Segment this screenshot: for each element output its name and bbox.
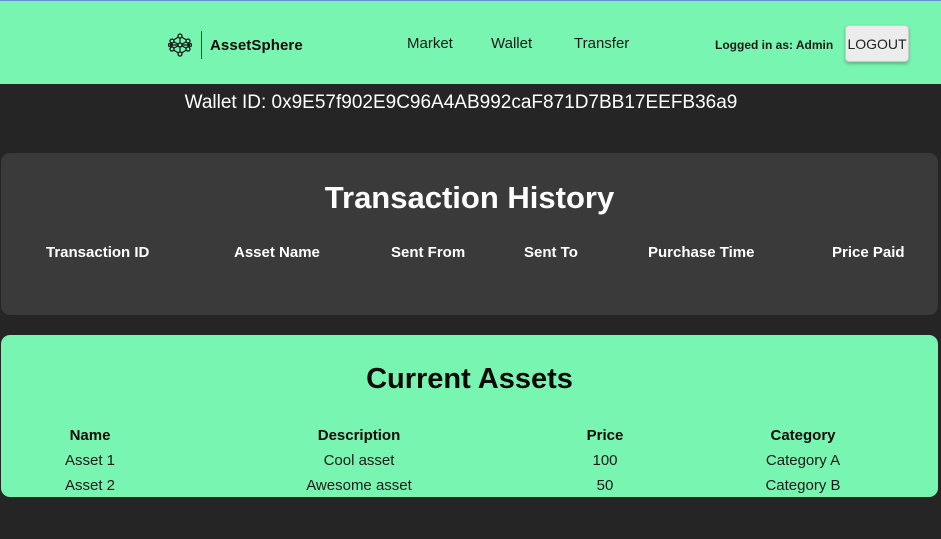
asset-row-1-description: Cool asset xyxy=(323,452,395,469)
column-header-sent-from: Sent From xyxy=(391,244,466,261)
column-header-category: Category xyxy=(770,427,836,444)
asset-row-2-category: Category B xyxy=(765,477,841,494)
column-header-price-paid: Price Paid xyxy=(832,244,905,261)
nav-wallet-link[interactable]: Wallet xyxy=(491,35,532,52)
column-header-price: Price xyxy=(586,427,624,444)
nav-market-link[interactable]: Market xyxy=(407,35,453,52)
logged-in-status: Logged in as: Admin xyxy=(715,38,834,52)
logout-button[interactable]: LOGOUT xyxy=(845,25,909,62)
transaction-history-title: Transaction History xyxy=(324,180,615,215)
wallet-id-label: Wallet ID: 0x9E57f902E9C96A4AB992caF871D… xyxy=(184,92,738,113)
asset-row-2-name: Asset 2 xyxy=(64,477,116,494)
brand-name: AssetSphere xyxy=(210,36,303,54)
current-assets-panel: Current Assets Name Description Price Ca… xyxy=(1,335,938,497)
asset-row-2-description: Awesome asset xyxy=(306,477,412,494)
nav-transfer-link[interactable]: Transfer xyxy=(574,35,629,52)
column-header-purchase-time: Purchase Time xyxy=(648,244,755,261)
column-header-name: Name xyxy=(69,427,111,444)
brand-divider xyxy=(201,31,202,59)
column-header-transaction-id: Transaction ID xyxy=(46,244,150,261)
column-header-asset-name: Asset Name xyxy=(234,244,320,261)
asset-row-1-price: 100 xyxy=(592,452,618,469)
network-nodes-icon xyxy=(168,33,192,57)
asset-row-1-category: Category A xyxy=(765,452,841,469)
transaction-history-panel: Transaction History Transaction ID Asset… xyxy=(1,153,938,315)
asset-row-2-price: 50 xyxy=(596,477,614,494)
current-assets-title: Current Assets xyxy=(366,363,573,395)
brand-logo[interactable]: AssetSphere xyxy=(168,30,303,60)
top-navbar: AssetSphere Market Wallet Transfer Logge… xyxy=(0,0,941,84)
column-header-description: Description xyxy=(317,427,401,444)
asset-row-1-name: Asset 1 xyxy=(64,452,116,469)
column-header-sent-to: Sent To xyxy=(524,244,578,261)
